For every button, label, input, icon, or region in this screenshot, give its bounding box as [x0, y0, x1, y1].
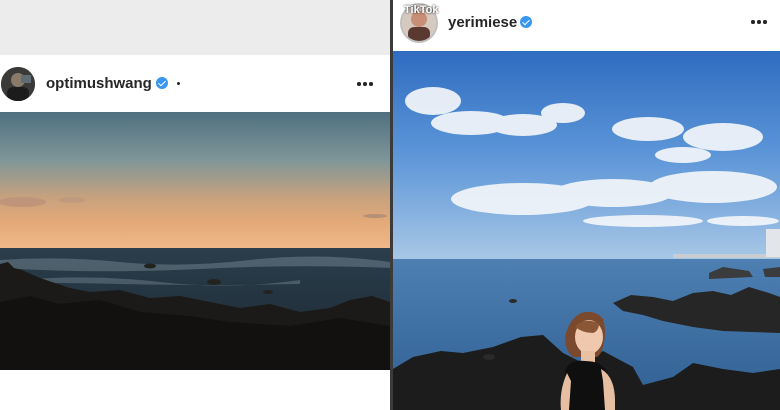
- left-more-options-icon[interactable]: [357, 82, 373, 86]
- right-more-options-icon[interactable]: [751, 20, 767, 24]
- left-post-photo[interactable]: [0, 112, 390, 370]
- right-username[interactable]: yerimiese: [448, 14, 517, 31]
- right-verified-icon: [520, 16, 532, 28]
- right-post-photo[interactable]: [393, 51, 780, 410]
- left-post-card: optimushwang: [0, 55, 390, 410]
- right-post-card: TikTok yerimiese: [393, 0, 780, 410]
- left-avatar[interactable]: [1, 67, 35, 101]
- left-username[interactable]: optimushwang: [46, 75, 152, 92]
- right-post-header: TikTok yerimiese: [393, 0, 780, 50]
- tiktok-watermark: TikTok: [404, 4, 439, 16]
- separator-dot: [177, 82, 180, 85]
- left-post-header: optimushwang: [0, 55, 390, 112]
- left-verified-icon: [156, 77, 168, 89]
